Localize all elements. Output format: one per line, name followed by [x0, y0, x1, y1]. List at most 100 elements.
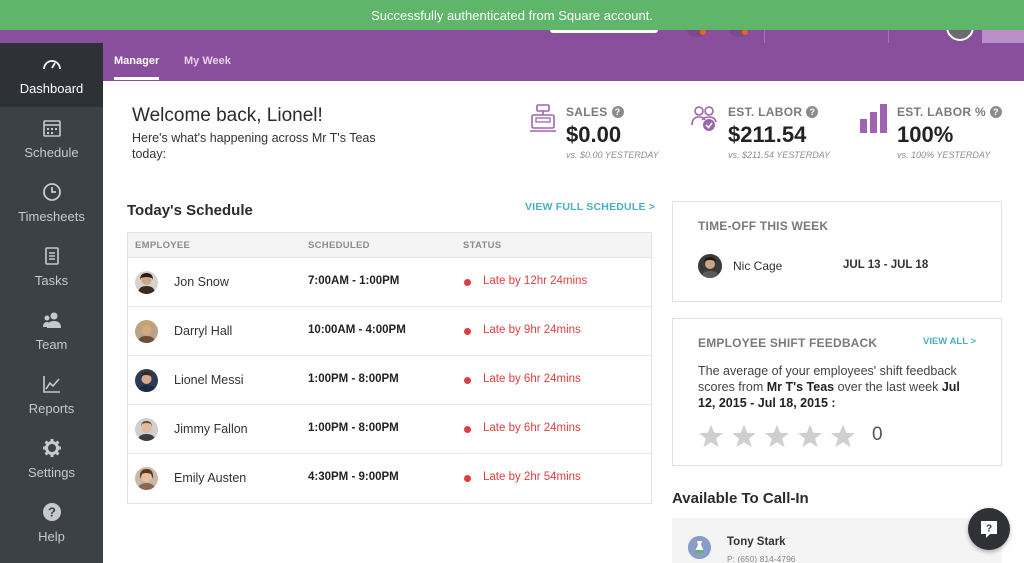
- divider: [764, 30, 765, 43]
- employee-name: Jimmy Fallon: [174, 422, 248, 436]
- scheduled-time: 10:00AM - 4:00PM: [308, 324, 406, 336]
- sidebar-item-timesheets[interactable]: Timesheets: [0, 171, 103, 235]
- sidebar-item-label: Help: [38, 529, 65, 544]
- schedule-title: Today's Schedule: [127, 202, 253, 219]
- sidebar: Dashboard Schedule Timesheets Tasks Team…: [0, 43, 103, 563]
- sidebar-item-team[interactable]: Team: [0, 299, 103, 363]
- employee-name: Emily Austen: [174, 471, 247, 485]
- status-dot: [464, 377, 471, 384]
- star-icon: [765, 424, 789, 448]
- stat-sales-value: $0.00: [566, 122, 622, 147]
- call-in-phone: P: (650) 814-4796: [727, 554, 796, 563]
- view-full-schedule-link[interactable]: VIEW FULL SCHEDULE >: [525, 201, 655, 213]
- top-bar: [0, 25, 1024, 43]
- clock-icon: [42, 183, 61, 201]
- status-text: Late by 6hr 24mins: [483, 373, 581, 385]
- schedule-table: EMPLOYEE SCHEDULED STATUS Jon Snow 7:00A…: [127, 232, 652, 504]
- sidebar-item-label: Schedule: [24, 145, 79, 160]
- scheduled-time: 1:00PM - 8:00PM: [308, 373, 399, 385]
- call-in-employee[interactable]: Tony Stark P: (650) 814-4796: [672, 518, 1002, 563]
- stat-labor-pct-compare: vs. 100% YESTERDAY: [897, 150, 991, 160]
- checklist-icon: [44, 247, 59, 265]
- team-icon: [42, 312, 61, 328]
- welcome-subtitle: Here's what's happening across Mr T's Te…: [132, 131, 376, 161]
- sidebar-item-tasks[interactable]: Tasks: [0, 235, 103, 299]
- scheduled-time: 1:00PM - 8:00PM: [308, 422, 399, 434]
- avatar: [135, 271, 158, 294]
- calendar-icon: [42, 120, 61, 137]
- sidebar-item-label: Tasks: [34, 273, 69, 288]
- divider: [888, 30, 889, 43]
- status-dot: [464, 475, 471, 482]
- top-search-box[interactable]: [550, 30, 658, 33]
- add-button[interactable]: [982, 30, 1024, 43]
- time-off-title: TIME-OFF THIS WEEK: [698, 219, 829, 233]
- svg-text:?: ?: [48, 505, 56, 520]
- column-header: STATUS: [463, 240, 502, 251]
- feedback-description: The average of your employees' shift fee…: [698, 364, 960, 410]
- sidebar-item-reports[interactable]: Reports: [0, 363, 103, 427]
- sidebar-item-help[interactable]: ? Help: [0, 491, 103, 555]
- bar-chart-icon: [860, 104, 887, 133]
- table-row[interactable]: Emily Austen 4:30PM - 9:00PM Late by 2hr…: [128, 454, 651, 503]
- avatar: [135, 467, 158, 490]
- stat-labor-compare: vs. $211.54 YESTERDAY: [728, 150, 831, 160]
- avatar: [135, 369, 158, 392]
- star-icon: [699, 424, 723, 448]
- cash-register-icon: [530, 104, 556, 132]
- time-off-employee: Nic Cage: [733, 259, 783, 273]
- sidebar-item-label: Settings: [28, 465, 75, 480]
- scheduled-time: 7:00AM - 1:00PM: [308, 275, 400, 287]
- info-icon[interactable]: ?: [806, 106, 819, 118]
- sidebar-item-schedule[interactable]: Schedule: [0, 107, 103, 171]
- table-row[interactable]: Darryl Hall 10:00AM - 4:00PM Late by 9hr…: [128, 307, 651, 356]
- table-row[interactable]: Jon Snow 7:00AM - 1:00PM Late by 12hr 24…: [128, 258, 651, 307]
- welcome-title: Welcome back, Lionel!: [132, 105, 323, 126]
- stat-sales-title: SALES?: [566, 105, 624, 119]
- star-icon: [798, 424, 822, 448]
- status-text: Late by 9hr 24mins: [483, 324, 581, 336]
- status-dot: [464, 426, 471, 433]
- shift-feedback-card: EMPLOYEE SHIFT FEEDBACK VIEW ALL > The a…: [672, 318, 1002, 466]
- sidebar-item-dashboard[interactable]: Dashboard: [0, 43, 103, 107]
- sub-navigation: Manager My Week: [103, 43, 1024, 81]
- avatar: [135, 320, 158, 343]
- feedback-title: EMPLOYEE SHIFT FEEDBACK: [698, 336, 878, 350]
- column-header: SCHEDULED: [308, 240, 370, 251]
- view-all-feedback-link[interactable]: VIEW ALL >: [923, 336, 976, 347]
- speedometer-icon: [42, 60, 61, 70]
- stat-labor-pct-title: EST. LABOR %?: [897, 105, 1002, 119]
- call-in-name: Tony Stark: [727, 536, 786, 548]
- feedback-score: 0: [872, 424, 883, 445]
- call-in-title: Available To Call-In: [672, 490, 809, 507]
- star-icon: [831, 424, 855, 448]
- info-icon[interactable]: ?: [989, 106, 1002, 118]
- table-row[interactable]: Lionel Messi 1:00PM - 8:00PM Late by 6hr…: [128, 356, 651, 405]
- sidebar-item-settings[interactable]: Settings: [0, 427, 103, 491]
- table-header: EMPLOYEE SCHEDULED STATUS: [128, 233, 651, 258]
- column-header: EMPLOYEE: [135, 240, 191, 251]
- time-off-dates: JUL 13 - JUL 18: [843, 259, 929, 271]
- tab-my-week[interactable]: My Week: [184, 55, 231, 67]
- status-text: Late by 6hr 24mins: [483, 422, 581, 434]
- tab-manager[interactable]: Manager: [114, 55, 160, 80]
- help-chat-button[interactable]: ?: [968, 508, 1010, 550]
- avatar: [698, 254, 722, 278]
- sidebar-item-label: Dashboard: [19, 81, 84, 96]
- employee-name: Jon Snow: [174, 275, 229, 289]
- star-icon: [732, 424, 756, 448]
- sidebar-item-label: Reports: [28, 401, 75, 416]
- help-icon: ?: [42, 503, 61, 521]
- line-chart-icon: [42, 376, 60, 393]
- stat-labor-title: EST. LABOR?: [728, 105, 819, 119]
- stat-sales-compare: vs. $0.00 YESTERDAY: [566, 150, 659, 160]
- table-row[interactable]: Jimmy Fallon 1:00PM - 8:00PM Late by 6hr…: [128, 405, 651, 454]
- sidebar-item-label: Timesheets: [18, 209, 85, 224]
- info-icon[interactable]: ?: [611, 106, 624, 118]
- status-text: Late by 2hr 54mins: [483, 471, 581, 483]
- sidebar-item-label: Team: [35, 337, 68, 352]
- avatar: [135, 418, 158, 441]
- stat-labor-value: $211.54: [728, 122, 807, 147]
- status-text: Late by 12hr 24mins: [483, 275, 588, 287]
- stat-labor-pct-value: 100%: [897, 122, 954, 147]
